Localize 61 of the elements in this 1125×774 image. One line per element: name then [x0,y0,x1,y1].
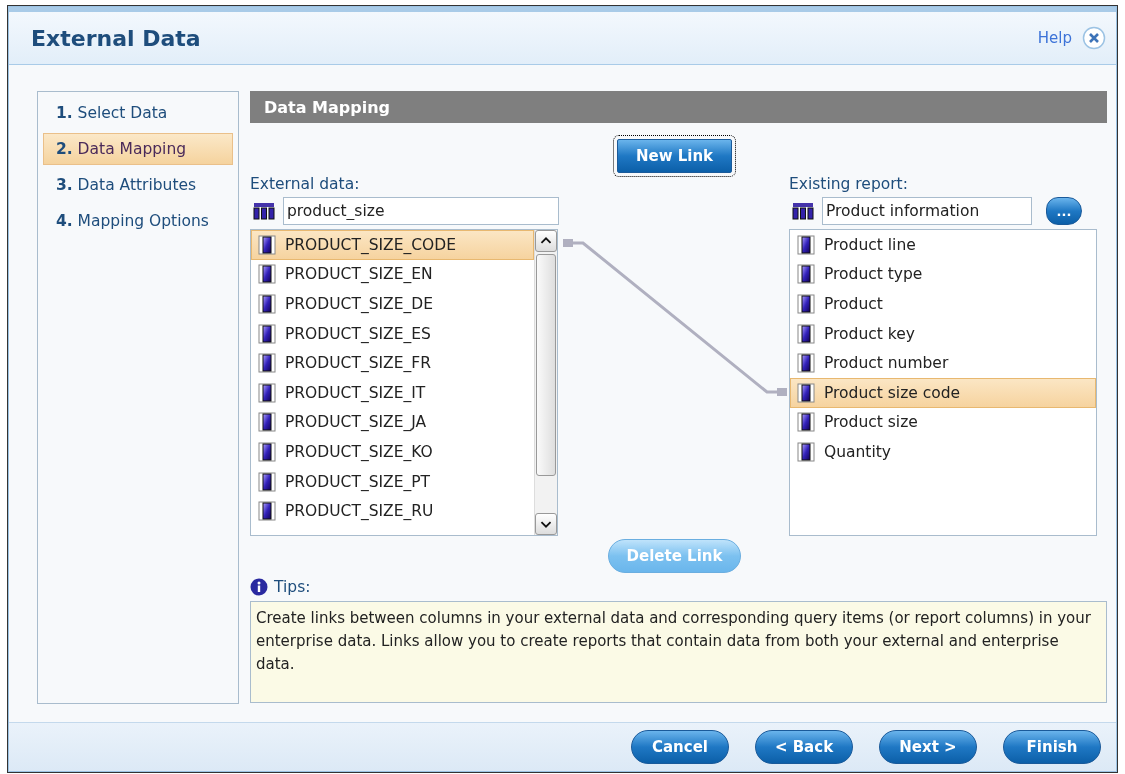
external-data-label: External data: [250,174,361,193]
wizard-step[interactable]: 4. Mapping Options [43,205,233,237]
field-list-item[interactable]: Product type [790,259,1096,290]
info-icon [250,578,268,596]
column-icon [797,382,815,403]
field-list-item[interactable]: PRODUCT_SIZE_IT [251,377,534,408]
wizard-button[interactable]: < Back [755,730,853,764]
help-link[interactable]: Help [1037,29,1072,47]
field-list-item[interactable]: Product size [790,407,1096,438]
field-list-item[interactable]: PRODUCT_SIZE_PT [251,466,534,497]
field-list-item[interactable]: Product number [790,348,1096,378]
column-icon [797,441,815,462]
field-list-item[interactable]: PRODUCT_SIZE_DE [251,289,534,319]
section-header: Data Mapping [250,91,1107,123]
field-list-item[interactable]: PRODUCT_SIZE_CODE [251,230,534,260]
field-list-item[interactable]: Product size code [790,377,1096,408]
tips-label: Tips: [274,578,311,596]
column-icon [797,234,815,255]
table-icon [253,202,275,220]
tips-text: Create links between columns in your external data and corresponding query items (or report columns) in your enterprise data. Links allow you to create reports that contain data from both your external and enterprise data. [250,601,1107,703]
field-list-item[interactable]: PRODUCT_SIZE_JA [251,407,534,438]
existing-report-field[interactable]: Product information [822,197,1032,225]
column-icon [797,264,815,285]
field-list-item[interactable]: PRODUCT_SIZE_KO [251,437,534,467]
column-icon [797,323,815,344]
scroll-up-icon[interactable] [535,230,557,252]
wizard-step[interactable]: 3. Data Attributes [43,169,233,201]
field-list-item[interactable]: Product line [790,230,1096,260]
wizard-step[interactable]: 1. Select Data [43,97,233,129]
column-icon [258,264,276,285]
column-icon [258,471,276,492]
column-icon [258,441,276,462]
column-icon [258,294,276,314]
column-icon [258,234,276,255]
column-icon [258,382,276,403]
field-list-item[interactable]: Product key [790,318,1096,349]
field-list-item[interactable]: PRODUCT_SIZE_RU [251,496,534,526]
existing-report-label: Existing report: [789,175,909,193]
column-icon [797,294,815,314]
browse-button[interactable]: ... [1046,197,1082,225]
column-icon [258,353,276,374]
wizard-button[interactable]: Cancel [631,730,729,764]
column-icon [797,412,815,433]
field-list-item[interactable]: PRODUCT_SIZE_EN [251,259,534,290]
external-data-field[interactable]: product_size [283,197,559,225]
wizard-button[interactable]: Next > [879,730,977,764]
column-icon [797,353,815,374]
field-list-item[interactable]: Product [790,289,1096,319]
close-icon[interactable] [1082,26,1106,50]
scrollbar-thumb[interactable] [536,254,556,476]
field-list-item[interactable]: PRODUCT_SIZE_ES [251,318,534,349]
wizard-step[interactable]: 2. Data Mapping [43,133,233,165]
scroll-down-icon[interactable] [535,513,557,535]
field-list-item[interactable]: PRODUCT_SIZE_FR [251,348,534,378]
column-icon [258,323,276,344]
window-title: External Data [31,25,202,51]
field-list-item[interactable]: Quantity [790,437,1096,467]
table-icon [792,202,814,220]
wizard-button[interactable]: Finish [1003,730,1101,764]
column-icon [258,501,276,522]
column-icon [258,412,276,433]
